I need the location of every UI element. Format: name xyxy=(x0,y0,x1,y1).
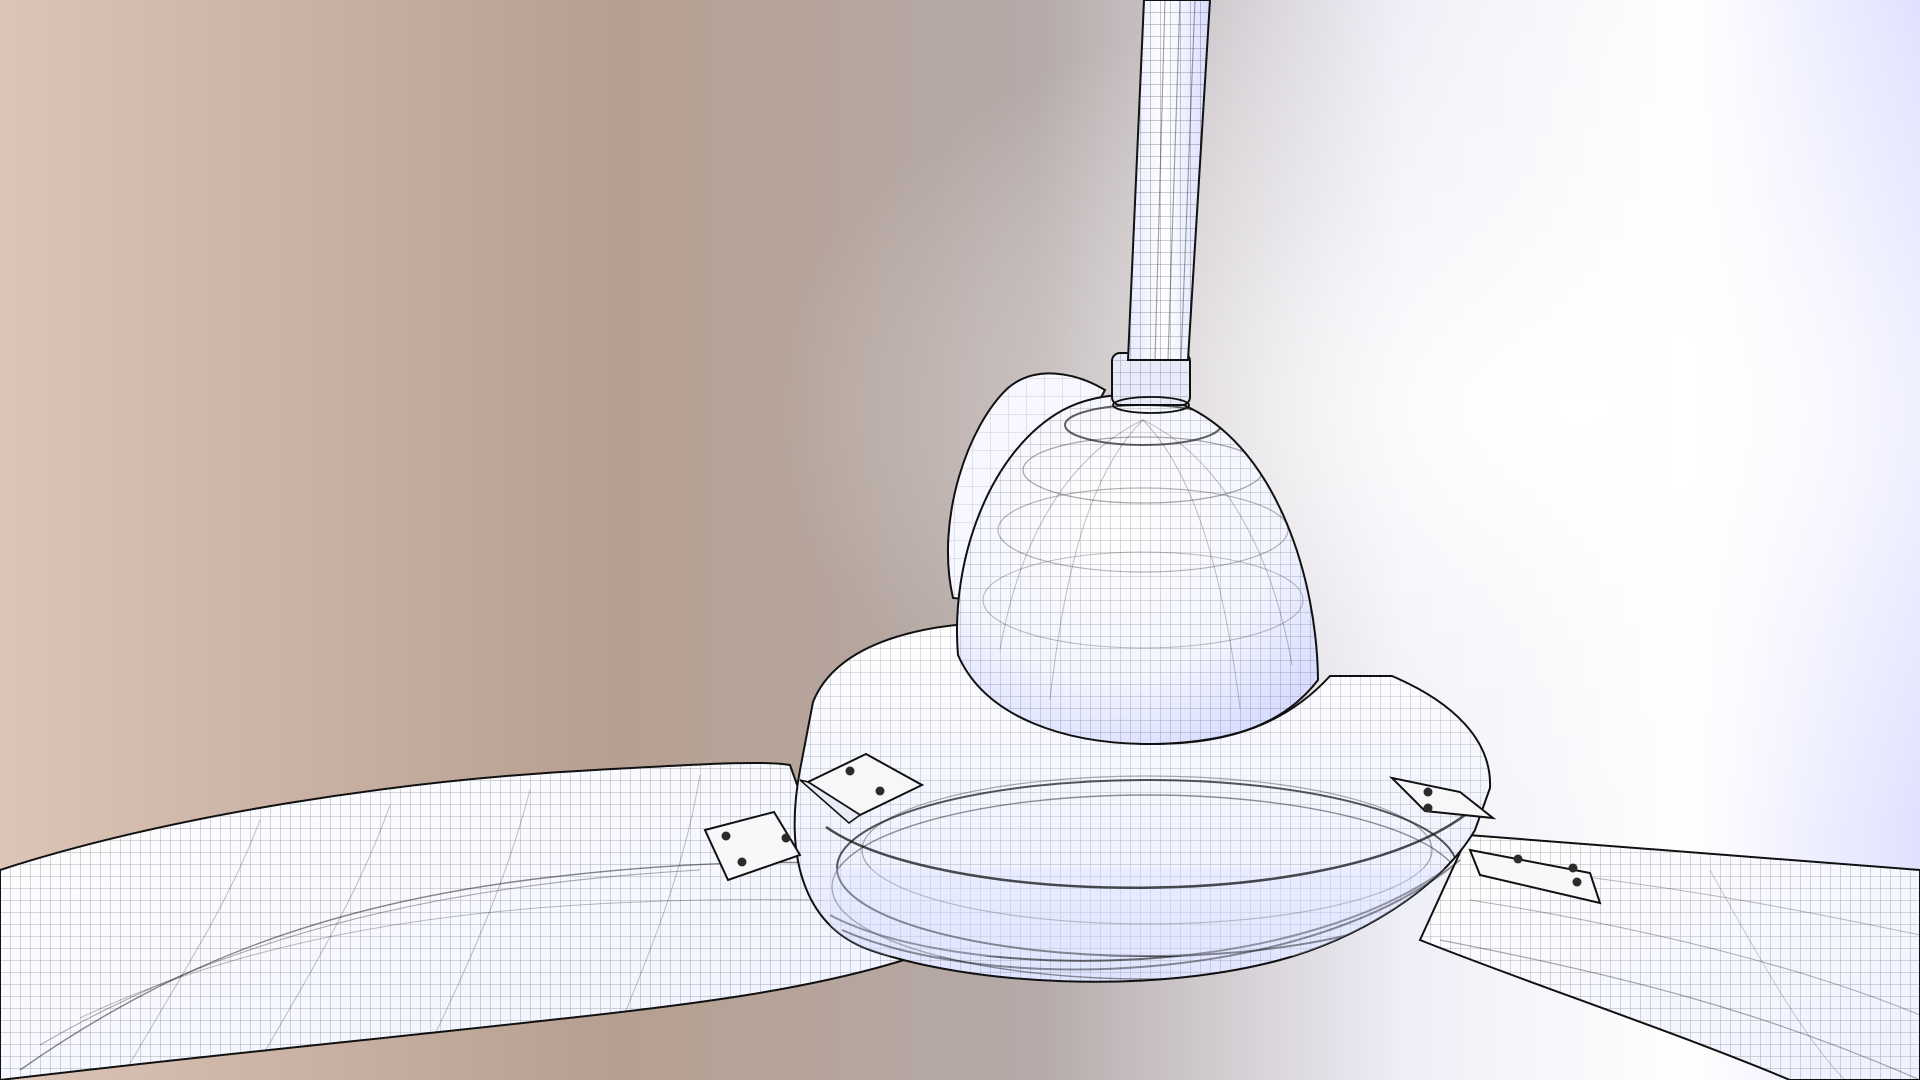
bolt-icon xyxy=(1568,863,1578,873)
downrod-coupler xyxy=(1111,352,1191,414)
bolt-icon xyxy=(737,857,747,867)
bolt-icon xyxy=(1423,787,1433,797)
bolt-icon xyxy=(1572,877,1582,887)
bolt-icon xyxy=(781,833,791,843)
bolt-icon xyxy=(845,766,855,776)
bolt-icon xyxy=(875,786,885,796)
bolt-icon xyxy=(1513,854,1523,864)
ceiling-fan-wireframe-render xyxy=(0,0,1920,1080)
bolt-icon xyxy=(721,831,731,841)
bolt-icon xyxy=(1423,803,1433,813)
